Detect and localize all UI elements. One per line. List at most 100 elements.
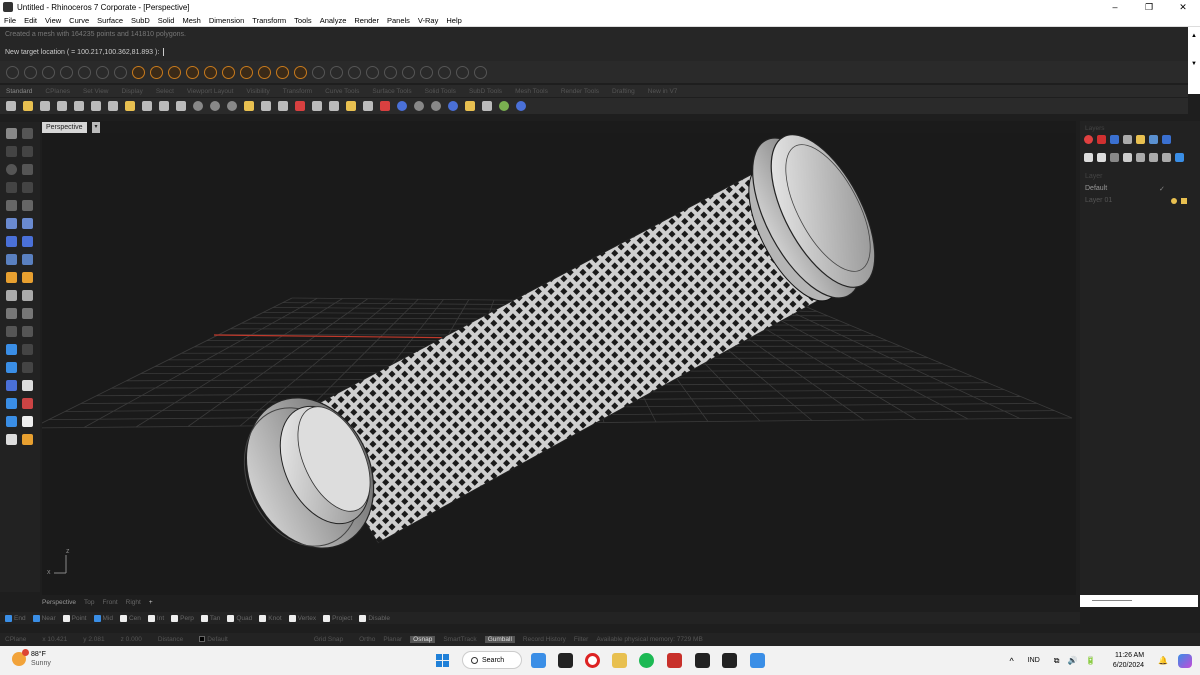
delete-layer-icon[interactable] [1110,153,1119,162]
menu-surface[interactable]: Surface [97,16,123,25]
material-icon[interactable] [380,101,390,111]
close-button[interactable]: ✕ [1166,2,1200,13]
display-icon[interactable] [1149,135,1158,144]
osnap-end-checkbox[interactable] [5,614,12,622]
four-views-icon[interactable] [261,101,271,111]
zoom-icon[interactable] [193,101,203,111]
osnap-quad-checkbox[interactable] [227,614,235,622]
array-icon[interactable] [6,362,17,373]
render-tool-icon[interactable] [474,65,487,79]
select-arrow-icon[interactable] [6,128,17,139]
mirror-tool-icon[interactable] [330,65,343,79]
snap-point-icon[interactable] [168,65,181,79]
weather-widget[interactable]: 88°F Sunny [12,649,51,668]
copy-tool-icon[interactable] [22,308,33,319]
tab-visibility[interactable]: Visibility [246,88,269,95]
snipping-tool-icon[interactable] [750,653,765,668]
menu-edit[interactable]: Edit [24,16,37,25]
cut-icon[interactable] [91,101,101,111]
status-grid-snap[interactable]: Grid Snap [314,636,343,643]
globe-icon[interactable] [448,101,458,111]
scroll-down-icon[interactable]: ▼ [1188,61,1200,67]
offset-icon[interactable] [22,200,33,211]
new-file-icon[interactable] [6,101,16,111]
scroll-up-icon[interactable]: ▲ [1188,33,1200,39]
mesh-edit-icon[interactable] [22,254,33,265]
split-tool-icon[interactable] [402,65,415,79]
snap-icon[interactable] [329,101,339,111]
osnap-perp-checkbox[interactable] [171,614,179,622]
status-cplane[interactable]: CPlane [5,636,26,643]
save-icon[interactable] [40,101,50,111]
menu-help[interactable]: Help [446,16,461,25]
shaded-view-icon[interactable] [295,101,305,111]
tab-curve-tools[interactable]: Curve Tools [325,88,359,95]
copy-icon[interactable] [108,101,118,111]
rotate-view-icon[interactable] [176,101,186,111]
tab-solid-tools[interactable]: Solid Tools [425,88,456,95]
polyline-icon[interactable] [6,146,17,157]
osnap-project-checkbox[interactable] [323,614,331,622]
notification-bell-icon[interactable]: 🔔 [1158,656,1168,665]
rhino-app-icon[interactable] [558,653,573,668]
move-up-icon[interactable] [1136,153,1145,162]
snap-int-icon[interactable] [222,65,235,79]
maximize-button[interactable]: ❐ [1132,2,1166,13]
explode-icon[interactable] [6,272,17,283]
tab-transform[interactable]: Transform [283,88,312,95]
snap-end-icon[interactable] [132,65,145,79]
menu-view[interactable]: View [45,16,61,25]
osnap-vertex-checkbox[interactable] [288,614,296,622]
minimize-button[interactable]: – [1098,2,1132,13]
brush-icon[interactable] [1123,135,1132,144]
move-icon[interactable] [6,308,17,319]
text-t-icon[interactable] [6,344,17,355]
store-app-icon[interactable] [667,653,682,668]
opera-app-icon[interactable] [585,653,600,668]
layer-tools-icon[interactable] [1123,153,1132,162]
snap-knot-icon[interactable] [294,65,307,79]
status-smarttrack[interactable]: SmartTrack [443,636,476,643]
text-icon[interactable] [22,290,33,301]
menu-dimension[interactable]: Dimension [209,16,244,25]
zoom-extents-icon[interactable] [227,101,237,111]
osnap-int-checkbox[interactable] [147,614,155,622]
help-icon[interactable] [516,101,526,111]
menu-analyze[interactable]: Analyze [320,16,347,25]
loft-icon[interactable] [22,218,33,229]
tab-viewport-layout[interactable]: Viewport Layout [187,88,234,95]
status-filter[interactable]: Filter [574,636,588,643]
tab-mesh-tools[interactable]: Mesh Tools [515,88,548,95]
box-icon[interactable] [6,236,17,247]
panel-scrollbar[interactable] [1080,595,1198,607]
snap-cen-icon[interactable] [204,65,217,79]
osnap-end[interactable]: End [5,614,26,622]
osnap-cen[interactable]: Cen [119,614,141,622]
viewport-dropdown[interactable]: ▾ [92,122,100,133]
osnap-tan-checkbox[interactable] [200,614,208,622]
tab-cplanes[interactable]: CPlanes [45,88,70,95]
camera-icon[interactable] [482,101,492,111]
paint-icon[interactable] [22,434,33,445]
grid-array-icon[interactable] [22,380,33,391]
start-button[interactable] [436,654,450,668]
status-gumball[interactable]: Gumball [484,636,515,643]
boolean-icon[interactable] [22,236,33,247]
menu-mesh[interactable]: Mesh [182,16,200,25]
osnap-mid-checkbox[interactable] [93,614,101,622]
curve-icon[interactable] [22,146,33,157]
color-icon[interactable] [1084,135,1093,144]
folder-icon[interactable] [1136,135,1145,144]
status-osnap[interactable]: Osnap [410,636,436,643]
menu-curve[interactable]: Curve [69,16,89,25]
tab-surface-tools[interactable]: Surface Tools [372,88,411,95]
lock-tool-icon[interactable] [312,65,325,79]
curve-tool-icon[interactable] [24,65,37,79]
lock-layer-icon[interactable] [1181,198,1187,204]
zoom-selected-icon[interactable] [244,101,254,111]
spotify-app-icon[interactable] [639,653,654,668]
tab-standard[interactable]: Standard [6,88,32,95]
leader-icon[interactable] [22,344,33,355]
move-down-icon[interactable] [1149,153,1158,162]
light-bulb-icon[interactable] [346,101,356,111]
